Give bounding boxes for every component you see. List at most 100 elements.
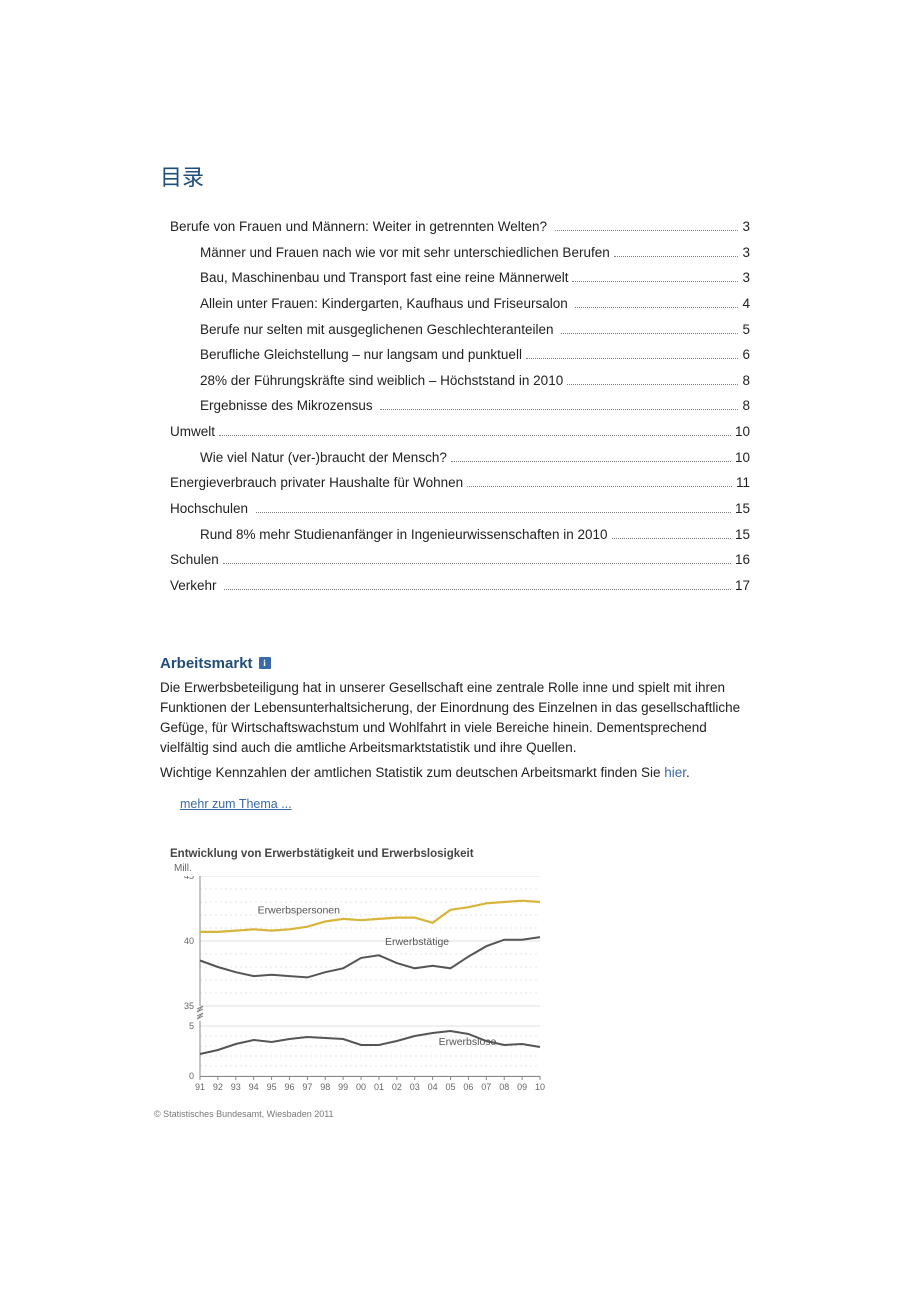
toc-leader-dots: [526, 358, 739, 359]
toc-entry[interactable]: Berufliche Gleichstellung – nur langsam …: [160, 342, 750, 368]
svg-text:45: 45: [184, 876, 194, 881]
toc-entry[interactable]: Allein unter Frauen: Kindergarten, Kaufh…: [160, 291, 750, 317]
svg-text:07: 07: [481, 1082, 491, 1092]
svg-text:Erwerbstätige: Erwerbstätige: [385, 936, 449, 948]
toc-entry-page: 16: [733, 547, 750, 573]
toc-entry[interactable]: Hochschulen 15: [160, 496, 750, 522]
toc-entry-page: 6: [740, 342, 750, 368]
toc-entry[interactable]: Berufe nur selten mit ausgeglichenen Ges…: [160, 317, 750, 343]
section-paragraph-2: Wichtige Kennzahlen der amtlichen Statis…: [160, 763, 750, 783]
svg-text:94: 94: [249, 1082, 259, 1092]
chart-container: Entwicklung von Erwerbstätigkeit und Erw…: [170, 847, 570, 1119]
more-link[interactable]: mehr zum Thema ...: [180, 797, 292, 811]
toc-leader-dots: [555, 230, 739, 231]
chart-plot-area: 3540450591929394959697989900010203040506…: [170, 876, 550, 1106]
toc-entry-title: Hochschulen: [170, 496, 252, 522]
svg-text:95: 95: [267, 1082, 277, 1092]
svg-text:93: 93: [231, 1082, 241, 1092]
toc-title: 目录: [160, 160, 750, 192]
toc-entry[interactable]: Ergebnisse des Mikrozensus 8: [160, 393, 750, 419]
svg-text:02: 02: [392, 1082, 402, 1092]
toc-entry[interactable]: 28% der Führungskräfte sind weiblich – H…: [160, 368, 750, 394]
svg-text:40: 40: [184, 936, 194, 946]
toc-leader-dots: [614, 256, 739, 257]
toc-entry-title: Energieverbrauch privater Haushalte für …: [170, 470, 463, 496]
document-page: 目录 Berufe von Frauen und Männern: Weiter…: [0, 0, 920, 1302]
section-paragraph-1: Die Erwerbsbeteiligung hat in unserer Ge…: [160, 678, 750, 759]
svg-text:09: 09: [517, 1082, 527, 1092]
chart-svg: 3540450591929394959697989900010203040506…: [170, 876, 550, 1106]
toc-entry-page: 17: [733, 573, 750, 599]
chart-title: Entwicklung von Erwerbstätigkeit und Erw…: [170, 847, 570, 861]
toc-list: Berufe von Frauen und Männern: Weiter in…: [160, 214, 750, 599]
svg-text:Erwerbspersonen: Erwerbspersonen: [258, 905, 340, 917]
svg-text:Erwerbslose: Erwerbslose: [439, 1036, 497, 1048]
toc-entry[interactable]: Umwelt 10: [160, 419, 750, 445]
p2-prefix: Wichtige Kennzahlen der amtlichen Statis…: [160, 765, 664, 780]
toc-entry-page: 10: [733, 445, 750, 471]
toc-leader-dots: [561, 333, 738, 334]
toc-leader-dots: [451, 461, 731, 462]
toc-entry-page: 15: [733, 522, 750, 548]
toc-leader-dots: [612, 538, 731, 539]
toc-entry-page: 3: [740, 240, 750, 266]
toc-entry-title: Berufliche Gleichstellung – nur langsam …: [200, 342, 522, 368]
toc-entry-title: Ergebnisse des Mikrozensus: [200, 393, 376, 419]
toc-leader-dots: [380, 409, 738, 410]
svg-text:35: 35: [184, 1001, 194, 1011]
toc-entry-title: Verkehr: [170, 573, 220, 599]
toc-entry[interactable]: Berufe von Frauen und Männern: Weiter in…: [160, 214, 750, 240]
toc-entry-title: Schulen: [170, 547, 219, 573]
toc-entry-title: Umwelt: [170, 419, 215, 445]
svg-text:05: 05: [446, 1082, 456, 1092]
toc-leader-dots: [223, 563, 731, 564]
toc-leader-dots: [567, 384, 738, 385]
toc-entry-title: Berufe nur selten mit ausgeglichenen Ges…: [200, 317, 557, 343]
section-heading-text: Arbeitsmarkt: [160, 655, 253, 672]
toc-leader-dots: [224, 589, 731, 590]
chart-y-unit: Mill.: [174, 863, 570, 874]
svg-text:00: 00: [356, 1082, 366, 1092]
toc-entry-title: 28% der Führungskräfte sind weiblich – H…: [200, 368, 563, 394]
toc-entry-page: 15: [733, 496, 750, 522]
toc-entry-title: Berufe von Frauen und Männern: Weiter in…: [170, 214, 551, 240]
toc-entry[interactable]: Schulen 16: [160, 547, 750, 573]
toc-leader-dots: [219, 435, 731, 436]
section-arbeitsmarkt: Arbeitsmarkt i Die Erwerbsbeteiligung ha…: [160, 655, 750, 1120]
toc-leader-dots: [572, 281, 738, 282]
svg-text:99: 99: [338, 1082, 348, 1092]
toc-entry[interactable]: Verkehr 17: [160, 573, 750, 599]
toc-entry-title: Wie viel Natur (ver-)braucht der Mensch?: [200, 445, 447, 471]
toc-leader-dots: [256, 512, 731, 513]
svg-text:96: 96: [284, 1082, 294, 1092]
info-icon[interactable]: i: [259, 657, 271, 669]
toc-entry-page: 11: [734, 470, 750, 496]
toc-entry-title: Rund 8% mehr Studienanfänger in Ingenieu…: [200, 522, 608, 548]
toc-entry[interactable]: Energieverbrauch privater Haushalte für …: [160, 470, 750, 496]
toc-entry-page: 3: [740, 214, 750, 240]
toc-entry-page: 8: [740, 368, 750, 394]
toc-entry[interactable]: Rund 8% mehr Studienanfänger in Ingenieu…: [160, 522, 750, 548]
toc-entry[interactable]: Männer und Frauen nach wie vor mit sehr …: [160, 240, 750, 266]
svg-text:03: 03: [410, 1082, 420, 1092]
toc-entry-page: 8: [740, 393, 750, 419]
toc-entry-page: 4: [740, 291, 750, 317]
svg-text:06: 06: [463, 1082, 473, 1092]
p2-suffix: .: [686, 765, 690, 780]
toc-leader-dots: [575, 307, 738, 308]
toc-entry-title: Bau, Maschinenbau und Transport fast ein…: [200, 265, 568, 291]
toc-entry[interactable]: Wie viel Natur (ver-)braucht der Mensch?…: [160, 445, 750, 471]
toc-entry-page: 5: [740, 317, 750, 343]
svg-text:01: 01: [374, 1082, 384, 1092]
toc-entry-page: 10: [733, 419, 750, 445]
svg-text:0: 0: [189, 1071, 194, 1081]
toc-entry-title: Männer und Frauen nach wie vor mit sehr …: [200, 240, 610, 266]
chart-footer: © Statistisches Bundesamt, Wiesbaden 201…: [154, 1109, 570, 1119]
link-hier[interactable]: hier: [664, 765, 686, 780]
toc-entry[interactable]: Bau, Maschinenbau und Transport fast ein…: [160, 265, 750, 291]
svg-text:04: 04: [428, 1082, 438, 1092]
svg-text:92: 92: [213, 1082, 223, 1092]
svg-text:97: 97: [302, 1082, 312, 1092]
toc-entry-title: Allein unter Frauen: Kindergarten, Kaufh…: [200, 291, 571, 317]
svg-text:98: 98: [320, 1082, 330, 1092]
